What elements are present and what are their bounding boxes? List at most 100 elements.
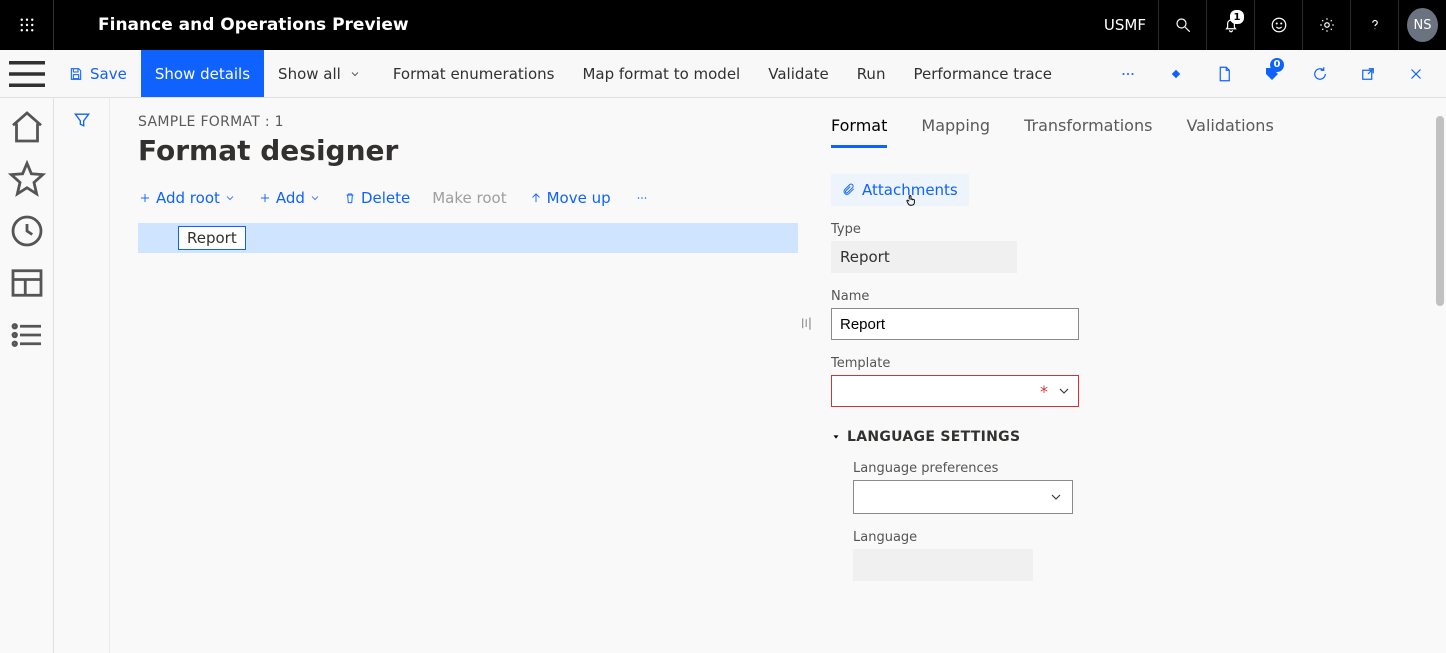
nav-modules[interactable]	[6, 318, 48, 352]
scrollbar[interactable]	[1436, 116, 1444, 306]
move-up-button[interactable]: Move up	[529, 189, 611, 207]
feedback-button[interactable]	[1254, 0, 1302, 50]
language-preferences-dropdown[interactable]	[853, 480, 1073, 514]
arrow-up-icon	[529, 191, 543, 205]
nav-rail	[0, 98, 54, 653]
company-picker[interactable]: USMF	[1092, 0, 1158, 50]
smile-icon	[1270, 16, 1288, 34]
chevron-down-icon	[224, 192, 236, 204]
command-bar: Save Show details Show all Format enumer…	[0, 50, 1446, 98]
help-icon	[1366, 16, 1384, 34]
related-docs-badge: 0	[1270, 58, 1284, 72]
field-template: Template *	[831, 356, 1428, 407]
more-icon	[1119, 65, 1137, 83]
command-search-button[interactable]	[1066, 50, 1082, 97]
show-all-button[interactable]: Show all	[264, 50, 375, 97]
map-format-button[interactable]: Map format to model	[568, 50, 754, 97]
options-button[interactable]	[1156, 54, 1196, 94]
run-button[interactable]: Run	[843, 50, 900, 97]
plus-icon	[258, 191, 272, 205]
tab-mapping[interactable]: Mapping	[921, 116, 990, 148]
nav-workspaces[interactable]	[6, 266, 48, 300]
field-name: Name	[831, 289, 1428, 340]
validate-button[interactable]: Validate	[754, 50, 842, 97]
nav-toggle-button[interactable]	[0, 50, 54, 97]
star-icon	[6, 158, 48, 200]
type-label: Type	[831, 222, 1428, 237]
home-icon	[6, 106, 48, 148]
add-label: Add	[276, 189, 305, 207]
language-label: Language	[853, 530, 1428, 545]
pane-resize-handle[interactable]: 〣	[799, 314, 811, 334]
app-launcher-button[interactable]	[0, 0, 54, 50]
popout-button[interactable]	[1348, 54, 1388, 94]
plus-icon	[138, 191, 152, 205]
diamond-icon	[1167, 65, 1185, 83]
delete-button[interactable]: Delete	[343, 189, 410, 207]
tree-row-selected[interactable]: Report	[138, 223, 798, 253]
add-button[interactable]: Add	[258, 189, 321, 207]
show-all-label: Show all	[278, 65, 341, 83]
run-label: Run	[857, 65, 886, 83]
properties-tabs: Format Mapping Transformations Validatio…	[831, 116, 1428, 148]
chevron-down-icon	[309, 192, 321, 204]
main: SAMPLE FORMAT : 1 Format designer Add ro…	[110, 98, 1446, 653]
help-button[interactable]	[1350, 0, 1398, 50]
notifications-button[interactable]: 1	[1206, 0, 1254, 50]
cursor-hand-icon	[904, 193, 918, 207]
performance-trace-button[interactable]: Performance trace	[899, 50, 1066, 97]
global-search-button[interactable]	[1158, 0, 1206, 50]
settings-button[interactable]	[1302, 0, 1350, 50]
overflow-button[interactable]	[1108, 54, 1148, 94]
refresh-button[interactable]	[1300, 54, 1340, 94]
attachments-button[interactable]	[1204, 54, 1244, 94]
language-preferences-label: Language preferences	[853, 461, 1428, 476]
field-language: Language	[831, 530, 1428, 581]
tab-transformations[interactable]: Transformations	[1024, 116, 1152, 148]
template-label: Template	[831, 356, 1428, 371]
caret-down-icon	[831, 432, 841, 442]
format-enumerations-button[interactable]: Format enumerations	[379, 50, 569, 97]
field-type: Type Report	[831, 222, 1428, 273]
tab-format[interactable]: Format	[831, 116, 887, 148]
close-button[interactable]	[1396, 54, 1436, 94]
popout-icon	[1359, 65, 1377, 83]
add-root-button[interactable]: Add root	[138, 189, 236, 207]
make-root-label: Make root	[432, 189, 506, 207]
user-menu[interactable]: NS	[1398, 0, 1446, 50]
nav-recent[interactable]	[6, 214, 48, 248]
show-details-label: Show details	[155, 65, 250, 83]
chevron-down-icon	[1048, 489, 1064, 505]
nav-favorites[interactable]	[6, 162, 48, 196]
tree-toolbar: Add root Add Delete Make root Move up	[138, 189, 821, 207]
required-indicator: *	[1040, 382, 1048, 401]
language-value	[853, 549, 1033, 581]
properties-pane: 〣 Format Mapping Transformations Validat…	[821, 98, 1446, 653]
list-icon	[6, 314, 48, 356]
performance-trace-label: Performance trace	[913, 65, 1052, 83]
tree-overflow-button[interactable]	[633, 191, 651, 205]
body: SAMPLE FORMAT : 1 Format designer Add ro…	[0, 98, 1446, 653]
filter-button[interactable]	[72, 110, 92, 653]
related-docs-button[interactable]: 0	[1252, 54, 1292, 94]
save-button[interactable]: Save	[54, 50, 141, 97]
document-icon	[1215, 65, 1233, 83]
show-details-button[interactable]: Show details	[141, 50, 264, 97]
topbar: Finance and Operations Preview USMF 1 NS	[0, 0, 1446, 50]
topbar-right: USMF 1 NS	[1092, 0, 1446, 50]
waffle-icon	[18, 16, 36, 34]
save-icon	[68, 66, 84, 82]
tree-node-report[interactable]: Report	[178, 226, 246, 250]
name-input[interactable]	[831, 308, 1079, 340]
section-language-settings[interactable]: LANGUAGE SETTINGS	[831, 429, 1428, 445]
trash-icon	[343, 191, 357, 205]
notifications-badge: 1	[1230, 10, 1244, 24]
page-title: Format designer	[138, 134, 821, 167]
tab-validations[interactable]: Validations	[1186, 116, 1273, 148]
template-dropdown[interactable]: *	[831, 375, 1079, 407]
nav-home[interactable]	[6, 110, 48, 144]
chevron-down-icon	[349, 68, 361, 80]
menu-icon	[0, 47, 54, 101]
command-bar-right: 0	[1108, 50, 1446, 97]
attachments-link[interactable]: Attachments	[831, 174, 969, 206]
